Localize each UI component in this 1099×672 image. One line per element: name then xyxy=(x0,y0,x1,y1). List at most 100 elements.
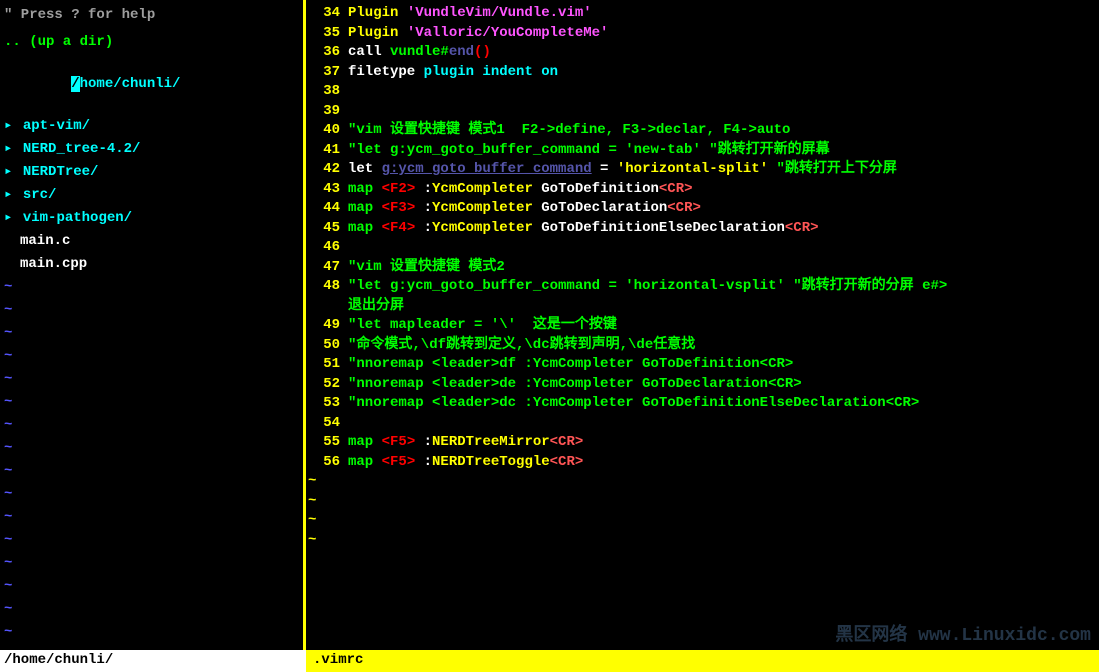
code-content: map <F4> :YcmCompleter GoToDefinitionEls… xyxy=(342,219,819,239)
status-bar: /home/chunli/ .vimrc xyxy=(0,650,1099,672)
line-number: 38 xyxy=(306,82,342,102)
line-number: 55 xyxy=(306,433,342,453)
code-content: "nnoremap <leader>df :YcmCompleter GoToD… xyxy=(342,355,793,375)
code-line[interactable]: 39 xyxy=(306,102,1099,122)
code-content xyxy=(342,238,348,258)
empty-line-tilde: ~ xyxy=(0,299,303,322)
up-dir[interactable]: .. (up a dir) xyxy=(0,31,303,54)
code-line[interactable]: 45map <F4> :YcmCompleter GoToDefinitionE… xyxy=(306,219,1099,239)
line-number: 35 xyxy=(306,24,342,44)
tree-dir[interactable]: ▸ apt-vim/ xyxy=(0,115,303,138)
empty-line-tilde: ~ xyxy=(0,598,303,621)
code-content: Plugin 'VundleVim/Vundle.vim' xyxy=(342,4,592,24)
line-number: 40 xyxy=(306,121,342,141)
line-number: 36 xyxy=(306,43,342,63)
code-line[interactable]: 40"vim 设置快捷键 模式1 F2->define, F3->declar,… xyxy=(306,121,1099,141)
empty-line-tilde: ~ xyxy=(306,511,342,531)
path-root: / xyxy=(71,76,79,92)
empty-line-tilde: ~ xyxy=(306,472,342,492)
empty-line-tilde: ~ xyxy=(0,575,303,598)
code-content: "let g:ycm_goto_buffer_command = 'horizo… xyxy=(342,277,947,297)
code-line[interactable]: 35Plugin 'Valloric/YouCompleteMe' xyxy=(306,24,1099,44)
folder-collapsed-icon: ▸ xyxy=(4,164,12,180)
code-line[interactable]: 55map <F5> :NERDTreeMirror<CR> xyxy=(306,433,1099,453)
code-content: filetype plugin indent on xyxy=(342,63,558,83)
empty-line-tilde: ~ xyxy=(0,414,303,437)
code-line[interactable]: 36call vundle#end() xyxy=(306,43,1099,63)
line-number: 53 xyxy=(306,394,342,414)
code-line[interactable]: 50"命令模式,\df跳转到定义,\dc跳转到声明,\de任意找 xyxy=(306,336,1099,356)
empty-line-tilde: ~ xyxy=(0,345,303,368)
folder-collapsed-icon: ▸ xyxy=(4,141,12,157)
code-line[interactable]: 37filetype plugin indent on xyxy=(306,63,1099,83)
code-content: map <F5> :NERDTreeMirror<CR> xyxy=(342,433,583,453)
line-number: 39 xyxy=(306,102,342,122)
line-number: 47 xyxy=(306,258,342,278)
code-content: "vim 设置快捷键 模式2 xyxy=(342,258,505,278)
empty-line-tilde: ~ xyxy=(0,506,303,529)
empty-line-tilde: ~ xyxy=(0,529,303,552)
code-line[interactable]: 38 xyxy=(306,82,1099,102)
line-number: 43 xyxy=(306,180,342,200)
code-line[interactable]: 42let g:ycm_goto_buffer_command = 'horiz… xyxy=(306,160,1099,180)
code-content: "let g:ycm_goto_buffer_command = 'new-ta… xyxy=(342,141,830,161)
code-line[interactable]: 48"let g:ycm_goto_buffer_command = 'hori… xyxy=(306,277,1099,297)
status-left: /home/chunli/ xyxy=(0,650,306,672)
current-path[interactable]: /home/chunli/ xyxy=(0,54,303,115)
nerdtree-sidebar[interactable]: " Press ? for help .. (up a dir) /home/c… xyxy=(0,0,306,650)
empty-line-tilde: ~ xyxy=(0,621,303,644)
code-content: "nnoremap <leader>dc :YcmCompleter GoToD… xyxy=(342,394,919,414)
code-line[interactable]: 46 xyxy=(306,238,1099,258)
line-number: 44 xyxy=(306,199,342,219)
tree-file[interactable]: main.cpp xyxy=(0,253,303,276)
code-content xyxy=(342,102,348,122)
code-line[interactable]: 54 xyxy=(306,414,1099,434)
code-content: call vundle#end() xyxy=(342,43,491,63)
help-hint: " Press ? for help xyxy=(0,4,303,27)
empty-line-tilde: ~ xyxy=(0,437,303,460)
line-number: 45 xyxy=(306,219,342,239)
line-number: 52 xyxy=(306,375,342,395)
code-line[interactable]: 43map <F2> :YcmCompleter GoToDefinition<… xyxy=(306,180,1099,200)
code-line[interactable]: 49"let mapleader = '\' 这是一个按键 xyxy=(306,316,1099,336)
line-number: 41 xyxy=(306,141,342,161)
code-content: "命令模式,\df跳转到定义,\dc跳转到声明,\de任意找 xyxy=(342,336,695,356)
code-content xyxy=(342,414,348,434)
tree-dir[interactable]: ▸ NERDTree/ xyxy=(0,161,303,184)
line-number: 48 xyxy=(306,277,342,297)
code-content: let g:ycm_goto_buffer_command = 'horizon… xyxy=(342,160,897,180)
code-line[interactable]: 退出分屏 xyxy=(306,297,1099,317)
code-line[interactable]: 56map <F5> :NERDTreeToggle<CR> xyxy=(306,453,1099,473)
empty-line-tilde: ~ xyxy=(0,483,303,506)
code-line[interactable]: 34Plugin 'VundleVim/Vundle.vim' xyxy=(306,4,1099,24)
code-line[interactable]: 51"nnoremap <leader>df :YcmCompleter GoT… xyxy=(306,355,1099,375)
code-line[interactable]: 44map <F3> :YcmCompleter GoToDeclaration… xyxy=(306,199,1099,219)
tree-dir[interactable]: ▸ vim-pathogen/ xyxy=(0,207,303,230)
folder-collapsed-icon: ▸ xyxy=(4,118,12,134)
folder-collapsed-icon: ▸ xyxy=(4,187,12,203)
empty-line-tilde: ~ xyxy=(0,276,303,299)
tree-file[interactable]: main.c xyxy=(0,230,303,253)
empty-line-tilde: ~ xyxy=(0,368,303,391)
code-line[interactable]: 41"let g:ycm_goto_buffer_command = 'new-… xyxy=(306,141,1099,161)
code-content: map <F5> :NERDTreeToggle<CR> xyxy=(342,453,583,473)
code-line[interactable]: 47"vim 设置快捷键 模式2 xyxy=(306,258,1099,278)
code-content: "vim 设置快捷键 模式1 F2->define, F3->declar, F… xyxy=(342,121,790,141)
empty-line-tilde: ~ xyxy=(306,492,342,512)
code-line[interactable]: 52"nnoremap <leader>de :YcmCompleter GoT… xyxy=(306,375,1099,395)
empty-line-tilde: ~ xyxy=(0,391,303,414)
line-number: 56 xyxy=(306,453,342,473)
folder-collapsed-icon: ▸ xyxy=(4,210,12,226)
empty-line-tilde: ~ xyxy=(306,531,342,551)
code-line[interactable]: 53"nnoremap <leader>dc :YcmCompleter GoT… xyxy=(306,394,1099,414)
line-number: 50 xyxy=(306,336,342,356)
tree-dir[interactable]: ▸ NERD_tree-4.2/ xyxy=(0,138,303,161)
tree-dir[interactable]: ▸ src/ xyxy=(0,184,303,207)
code-content: "nnoremap <leader>de :YcmCompleter GoToD… xyxy=(342,375,802,395)
line-number: 34 xyxy=(306,4,342,24)
editor-pane[interactable]: 34Plugin 'VundleVim/Vundle.vim'35Plugin … xyxy=(306,0,1099,650)
empty-line-tilde: ~ xyxy=(0,322,303,345)
code-content: 退出分屏 xyxy=(342,297,404,317)
path-rest: home/chunli/ xyxy=(80,76,181,92)
line-number: 54 xyxy=(306,414,342,434)
